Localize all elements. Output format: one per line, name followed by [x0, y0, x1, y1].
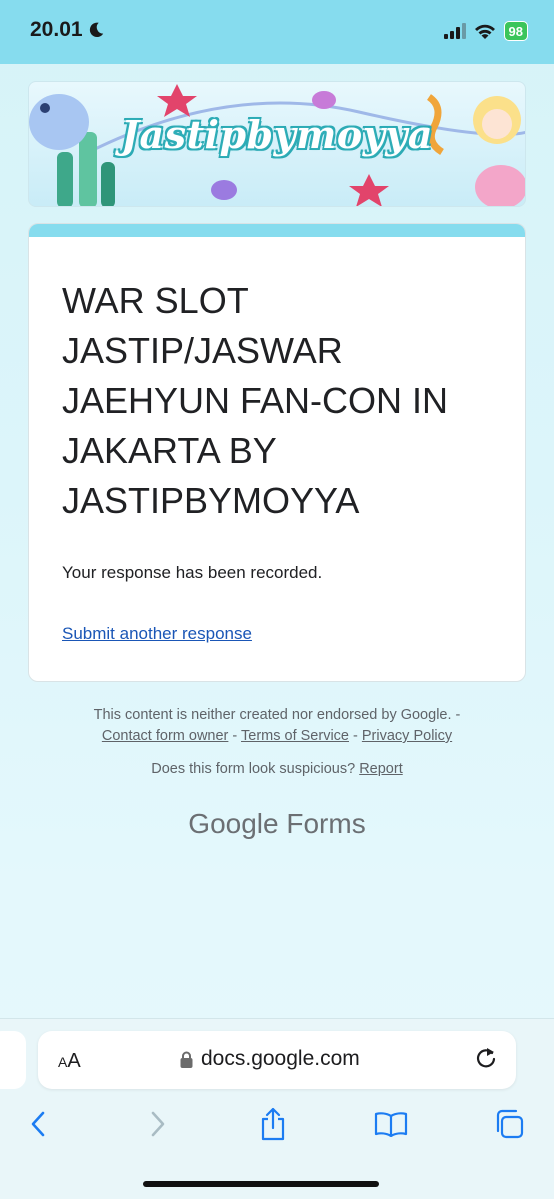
terms-link[interactable]: Terms of Service — [241, 728, 349, 744]
forward-button[interactable] — [138, 1104, 178, 1144]
footer-disclaimer: This content is neither created nor endo… — [0, 705, 554, 747]
back-icon — [31, 1111, 45, 1137]
disclaimer-text: This content is neither created nor endo… — [93, 707, 461, 723]
report-link[interactable]: Report — [359, 761, 403, 777]
google-forms-logo[interactable]: Google Forms — [0, 808, 554, 840]
confirmation-card: WAR SLOT JASTIP/JASWAR JAEHYUN FAN-CON I… — [28, 223, 526, 682]
back-button[interactable] — [18, 1104, 58, 1144]
bookmarks-button[interactable] — [371, 1104, 411, 1144]
separator: - — [349, 728, 362, 744]
reload-icon[interactable] — [474, 1046, 498, 1070]
forward-icon — [151, 1111, 165, 1137]
status-time: 20.01 — [30, 18, 105, 42]
forms-wordmark: Forms — [286, 808, 366, 839]
bookmarks-icon — [374, 1112, 408, 1137]
time-text: 20.01 — [30, 18, 83, 41]
share-icon — [261, 1107, 285, 1141]
confirmation-message: Your response has been recorded. — [62, 563, 323, 582]
banner-title: Jastipbymoyya — [120, 112, 434, 157]
form-header-banner: Jastipbymoyya — [28, 81, 526, 207]
moon-icon — [89, 22, 103, 38]
signal-icon — [443, 23, 466, 39]
reader-settings-button[interactable]: AA — [58, 1050, 81, 1073]
share-button[interactable] — [253, 1104, 293, 1144]
form-title: WAR SLOT JASTIP/JASWAR JAEHYUN FAN-CON I… — [62, 280, 449, 521]
submit-another-link[interactable]: Submit another response — [62, 624, 252, 644]
footer-links: Contact form owner - Terms of Service - … — [0, 726, 554, 747]
previous-tab-peek[interactable] — [0, 1031, 26, 1089]
suspicious-text: Does this form look suspicious? — [151, 761, 356, 777]
lock-icon — [180, 1051, 193, 1068]
status-bar: 20.01 98 — [0, 0, 554, 64]
suspicious-row: Does this form look suspicious? Report — [0, 761, 554, 777]
tabs-icon — [496, 1109, 524, 1139]
status-indicators: 98 — [443, 21, 528, 41]
wifi-icon — [474, 24, 495, 39]
address-bar[interactable]: AA docs.google.com — [38, 1031, 516, 1089]
google-wordmark: Google — [188, 808, 279, 839]
contact-owner-link[interactable]: Contact form owner — [102, 728, 229, 744]
url-text: docs.google.com — [201, 1047, 360, 1070]
home-indicator[interactable] — [143, 1181, 379, 1187]
privacy-link[interactable]: Privacy Policy — [362, 728, 452, 744]
browser-nav-row — [0, 1104, 554, 1148]
aa-small: A — [58, 1054, 68, 1070]
separator: - — [228, 728, 242, 744]
battery-icon: 98 — [503, 21, 528, 41]
url-display[interactable]: docs.google.com — [180, 1047, 360, 1071]
card-accent-bar — [29, 224, 525, 237]
aa-big: A — [67, 1050, 81, 1072]
tabs-button[interactable] — [489, 1104, 529, 1144]
